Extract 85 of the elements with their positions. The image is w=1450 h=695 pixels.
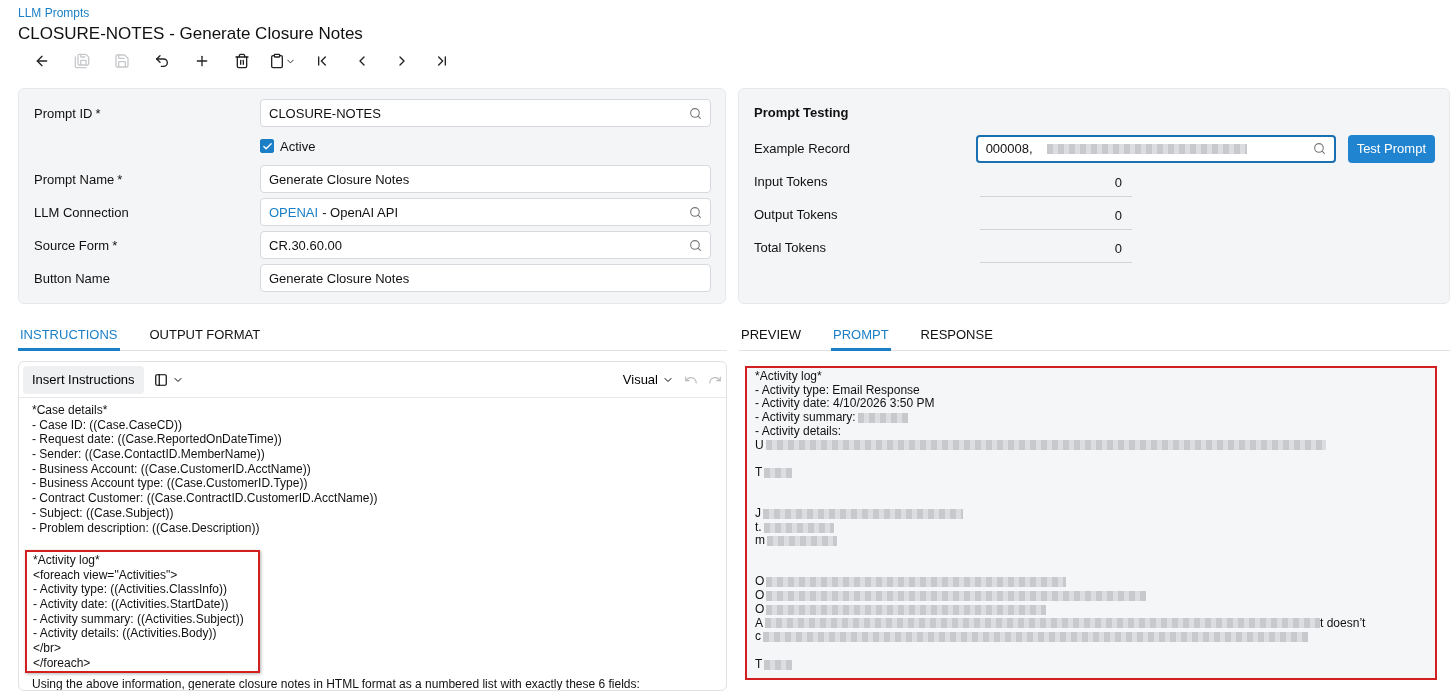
undo-icon[interactable]	[154, 53, 170, 69]
field-label: Input Tokens	[754, 174, 829, 189]
section-title: Prompt Testing	[754, 105, 850, 120]
prompt-line: - Activity type: Email Response	[755, 383, 920, 398]
instruction-line: - Subject: ((Case.Subject))	[32, 505, 175, 521]
field-value: Generate Closure Notes	[269, 270, 411, 286]
field-value: 000008,	[985, 141, 1034, 156]
prompt-line: O	[755, 602, 765, 617]
add-icon[interactable]	[194, 53, 210, 69]
checkbox[interactable]	[260, 139, 274, 153]
prompt-line: A	[755, 616, 763, 631]
instruction-line: *Activity log*	[33, 552, 101, 568]
search-icon[interactable]	[689, 106, 702, 120]
lookup-field[interactable]: CLOSURE-NOTES	[260, 99, 711, 127]
instruction-line: - Sender: ((Case.ContactID.MemberName))	[32, 447, 266, 462]
lookup-field[interactable]: 000008,	[975, 134, 1336, 163]
field-value: CR.30.60.00	[269, 237, 343, 253]
field-label: Prompt Name	[34, 171, 115, 187]
prompt-line: - Activity details:	[755, 424, 842, 439]
search-icon[interactable]	[689, 205, 702, 219]
tab[interactable]: PROMPT	[830, 321, 891, 351]
panel-icon[interactable]	[153, 372, 168, 387]
field-label: Button Name	[34, 270, 110, 286]
tab[interactable]: OUTPUT FORMAT	[147, 321, 263, 351]
instruction-line: - Problem description: ((Case.Description))	[32, 520, 261, 536]
instruction-line: - Activity details: ((Activities.Body))	[33, 626, 218, 641]
instruction-line: - Contract Customer: ((Case.ContractID.CustomerID.AcctName))	[32, 491, 379, 506]
prompt-line: - Activity summary:	[755, 411, 856, 425]
instruction-line: <foreach view="Activities">	[33, 567, 179, 583]
field-label: Prompt ID	[34, 105, 93, 121]
search-icon[interactable]	[1312, 142, 1326, 155]
field-label: LLM Connection	[34, 204, 129, 220]
prompt-line: J	[755, 507, 761, 521]
prompt-line: O	[755, 589, 765, 603]
prompt-line: U	[755, 438, 764, 453]
instruction-line: - Activity summary: ((Activities.Subject))	[33, 611, 244, 627]
required-mark: *	[112, 237, 118, 253]
tab[interactable]: INSTRUCTIONS	[18, 321, 120, 351]
token-count: 0	[980, 232, 1132, 263]
instruction-line: - Business Account type: ((Case.CustomerID.Type))	[32, 476, 309, 492]
breadcrumb-link[interactable]: LLM Prompts	[18, 6, 90, 20]
connection-link[interactable]: OPENAI	[269, 204, 319, 220]
instruction-line: </foreach>	[33, 655, 92, 671]
prompt-line: c	[755, 630, 761, 644]
trash-icon[interactable]	[234, 53, 250, 69]
prompt-line: O	[755, 575, 765, 590]
prompt-line: T	[755, 465, 763, 480]
token-count: 0	[980, 199, 1132, 230]
instruction-line: </br>	[33, 641, 63, 656]
tab[interactable]: PREVIEW	[739, 321, 803, 351]
mode-dropdown[interactable]: Visual	[622, 372, 658, 387]
required-mark: *	[117, 171, 123, 187]
prompt-line: t.	[755, 520, 762, 535]
lookup-field[interactable]: OPENAI - OpenAI API	[260, 198, 711, 226]
field-value: CLOSURE-NOTES	[269, 105, 382, 121]
instruction-line: - Case ID: ((Case.CaseCD))	[32, 417, 184, 433]
prompt-line: T	[755, 657, 763, 672]
test-prompt-button[interactable]: Test Prompt	[1347, 134, 1435, 163]
field-value: - OpenAI API	[322, 204, 399, 220]
field-label: Source Form	[34, 237, 110, 253]
required-mark: *	[95, 105, 101, 121]
prompt-line: m	[755, 534, 765, 549]
field-label: Total Tokens	[754, 240, 828, 255]
lookup-field[interactable]: CR.30.60.00	[260, 231, 711, 259]
checkbox-label: Active	[280, 138, 316, 154]
instruction-line: - Business Account: ((Case.CustomerID.AcctName))	[32, 461, 312, 477]
input-field[interactable]: Generate Closure Notes	[260, 165, 711, 193]
search-icon[interactable]	[689, 238, 702, 252]
tab[interactable]: RESPONSE	[918, 321, 995, 351]
field-value: Generate Closure Notes	[269, 171, 411, 187]
prompt-line: *Activity log*	[755, 370, 822, 384]
field-label: Example Record	[754, 141, 852, 156]
page-title: CLOSURE-NOTES - Generate Closure Notes	[18, 24, 364, 44]
input-field[interactable]: Generate Closure Notes	[260, 264, 711, 292]
instruction-line: *Case details*	[32, 403, 109, 418]
prompt-line: - Activity date: 4/10/2026 3:50 PM	[755, 397, 935, 412]
instruction-line: Using the above information, generate closure notes in HTML format as a numbered list with exactly these 6 fields:	[32, 677, 641, 690]
instruction-line: - Request date: ((Case.ReportedOnDateTime))	[32, 432, 283, 448]
token-count: 0	[980, 166, 1132, 197]
instruction-line: - Activity type: ((Activities.ClassInfo))	[33, 582, 229, 597]
clipboard-icon[interactable]	[268, 53, 285, 69]
instruction-line: - Activity date: ((Activities.StartDate))	[33, 596, 230, 612]
prompt-line: t doesn’t	[1320, 616, 1366, 631]
field-label: Output Tokens	[754, 207, 839, 222]
insert-instructions-button[interactable]: Insert Instructions	[23, 365, 144, 394]
